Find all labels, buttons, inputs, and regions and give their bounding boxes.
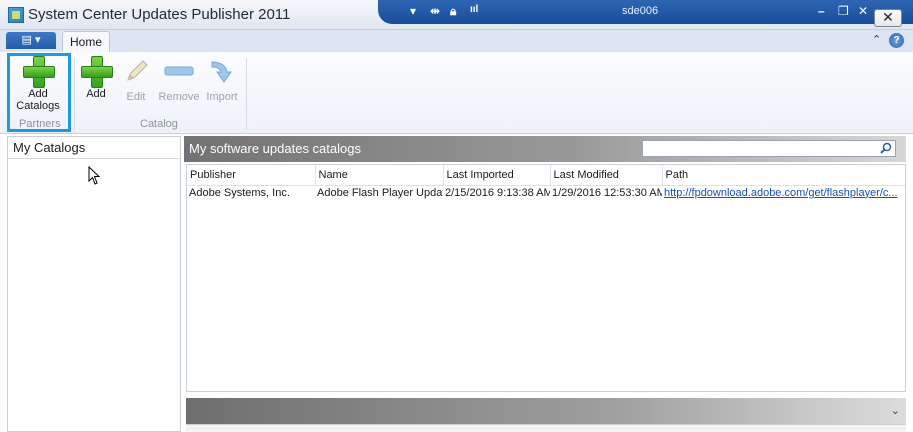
group-separator — [74, 58, 75, 130]
edit-button[interactable]: Edit — [119, 56, 153, 116]
ribbon-minimize-icon[interactable]: ⌃ — [872, 33, 881, 46]
cell-publisher: Adobe Systems, Inc. — [189, 186, 290, 199]
help-icon[interactable]: ? — [889, 33, 904, 48]
ribbon: Add Catalogs Partners Add Edit Remove Im… — [0, 52, 913, 134]
remote-session-bar: ▾ ⇹ 🔒︎ ııl sde006 – ❐ ✕ — [378, 0, 913, 24]
search-input[interactable] — [642, 140, 896, 157]
cell-last-modified: 1/29/2016 12:53:30 AM — [552, 186, 662, 199]
signal-icon: ııl — [470, 4, 479, 15]
column-header-path[interactable]: Path — [662, 165, 905, 186]
my-catalogs-title: My Catalogs — [8, 137, 180, 159]
group-separator — [246, 58, 247, 130]
green-plus-icon — [81, 56, 113, 88]
catalogs-title: My software updates catalogs — [189, 141, 361, 156]
chevron-down-icon[interactable]: ⌄ — [891, 404, 900, 417]
edit-label: Edit — [126, 91, 146, 103]
pin-icon[interactable]: ⇹ — [430, 4, 440, 18]
close-icon[interactable]: ✕ — [858, 4, 868, 18]
minimize-icon[interactable]: – — [818, 4, 825, 18]
column-header-last-modified[interactable]: Last Modified — [550, 165, 663, 186]
highlight-box — [7, 53, 71, 132]
import-label: Import — [206, 91, 238, 103]
arrow-icon — [211, 61, 232, 83]
app-icon — [8, 7, 24, 23]
cell-path-link[interactable]: http://fpdownload.adobe.com/get/flashpla… — [662, 185, 905, 200]
table-header-row: Publisher Name Last Imported Last Modifi… — [187, 165, 905, 186]
chevron-down-icon[interactable]: ▾ — [410, 4, 416, 18]
add-catalog-button[interactable]: Add — [80, 56, 113, 116]
lock-icon[interactable]: 🔒︎ — [450, 4, 456, 19]
my-catalogs-pane: My Catalogs — [7, 136, 181, 432]
column-header-publisher[interactable]: Publisher — [187, 165, 316, 186]
details-pane-body — [186, 424, 906, 432]
column-header-name[interactable]: Name — [315, 165, 444, 186]
remove-button[interactable]: Remove — [157, 56, 201, 116]
application-menu-button[interactable]: ▤ ▾ — [6, 32, 56, 49]
remote-host-name: sde006 — [622, 5, 659, 17]
window-title: System Center Updates Publisher 2011 — [28, 6, 291, 23]
add-label: Add — [86, 88, 106, 100]
search-icon[interactable] — [880, 142, 892, 154]
catalogs-main-pane: My software updates catalogs Publisher N… — [184, 136, 906, 394]
cell-name: Adobe Flash Player Update — [317, 186, 443, 199]
column-header-last-imported[interactable]: Last Imported — [443, 165, 551, 186]
import-button[interactable]: Import — [203, 56, 241, 116]
table-row[interactable]: Adobe Systems, Inc. Adobe Flash Player U… — [187, 185, 905, 200]
catalogs-table: Publisher Name Last Imported Last Modifi… — [187, 165, 905, 200]
details-pane-header[interactable]: ⌄ — [186, 398, 906, 424]
restore-icon[interactable]: ❐ — [838, 4, 849, 18]
catalogs-grid: Publisher Name Last Imported Last Modifi… — [186, 164, 906, 392]
mouse-cursor-icon — [88, 166, 101, 185]
remove-label: Remove — [158, 91, 200, 103]
cell-last-imported: 2/15/2016 9:13:38 AM — [445, 186, 550, 199]
minus-icon — [164, 66, 194, 76]
group-label-catalog: Catalog — [140, 118, 178, 130]
pencil-icon — [127, 60, 148, 81]
ribbon-tabs: ▤ ▾ Home ⌃ ? — [0, 30, 913, 52]
tab-home[interactable]: Home — [62, 31, 110, 52]
window-close-button[interactable]: ✕ — [874, 9, 902, 27]
